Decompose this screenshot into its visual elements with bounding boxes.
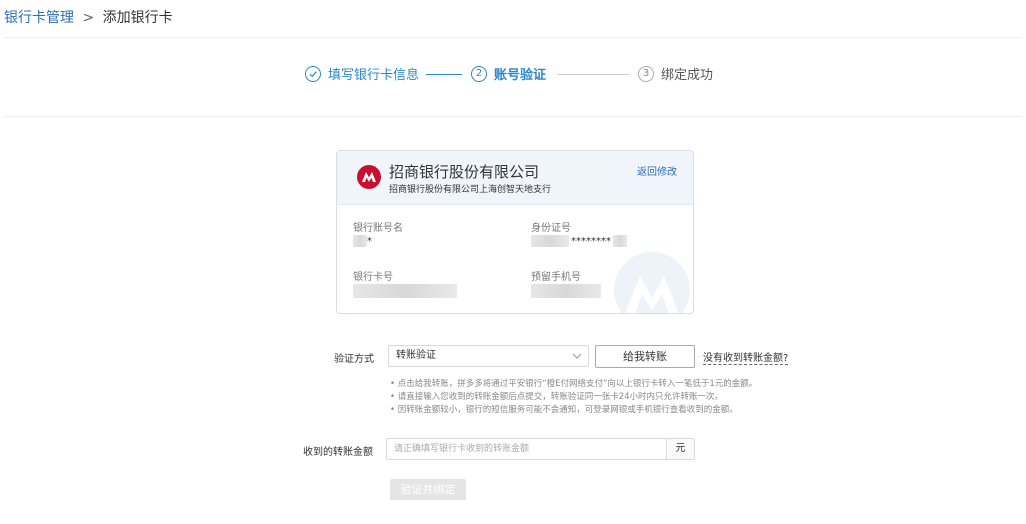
cmb-watermark-icon — [614, 252, 690, 313]
card-number-label: 银行卡号 — [353, 272, 393, 283]
chevron-down-icon — [572, 353, 582, 359]
breadcrumb-bank-card-management[interactable]: 银行卡管理 — [4, 10, 74, 26]
account-name-value: * — [353, 235, 372, 247]
id-number-mask: ******** — [571, 235, 611, 247]
progress-steps: 填写银行卡信息 2 账号验证 3 绑定成功 — [0, 64, 1026, 84]
account-name-label: 银行账号名 — [353, 223, 403, 234]
back-to-edit-link[interactable]: 返回修改 — [637, 163, 677, 178]
steps-divider — [4, 116, 1022, 117]
masked-blur — [613, 235, 627, 247]
account-name-mask: * — [367, 235, 372, 247]
verification-tips: • 点击给我转账，拼多多将通过平安银行“橙E付网络支付”向以上银行卡转入一笔低于… — [390, 378, 757, 417]
step-label: 填写银行卡信息 — [328, 68, 420, 83]
step-label: 绑定成功 — [661, 68, 714, 83]
bank-card-header: 招商银行股份有限公司 招商银行股份有限公司上海创智天地支行 返回修改 — [337, 151, 693, 205]
reserved-phone-label: 预留手机号 — [531, 272, 581, 283]
card-number-value — [353, 284, 457, 298]
reserved-phone-value — [531, 284, 601, 298]
bank-card-body: 银行账号名 * 身份证号 ******** 银行卡号 预留手机号 — [337, 205, 693, 313]
cmb-bank-logo-icon — [357, 165, 381, 189]
verify-and-bind-button[interactable]: 验证并绑定 — [390, 479, 466, 500]
breadcrumb-separator: > — [82, 10, 95, 26]
no-transfer-received-link[interactable]: 没有收到转账金额? — [703, 349, 789, 365]
branch-name: 招商银行股份有限公司上海创智天地支行 — [389, 185, 552, 195]
tip-item: • 因转账金额较小，银行的短信服务可能不会通知，可登录网银或手机银行查看收到的金… — [390, 405, 738, 415]
step-bind-success: 3 绑定成功 — [638, 64, 713, 83]
step-fill-card-info: 填写银行卡信息 — [305, 64, 419, 83]
amount-input[interactable] — [386, 438, 667, 460]
step-number: 2 — [471, 65, 487, 82]
step-account-verify: 2 账号验证 — [471, 64, 546, 83]
bank-card-info: 招商银行股份有限公司 招商银行股份有限公司上海创智天地支行 返回修改 银行账号名… — [336, 150, 694, 314]
tip-item: • 点击给我转账，拼多多将通过平安银行“橙E付网络支付”向以上银行卡转入一笔低于… — [390, 379, 758, 389]
transfer-to-me-button[interactable]: 给我转账 — [595, 345, 695, 368]
breadcrumb: 银行卡管理 > 添加银行卡 — [4, 7, 173, 27]
check-icon — [305, 65, 321, 82]
masked-blur — [353, 235, 367, 247]
amount-unit: 元 — [666, 438, 695, 460]
id-number-value: ******** — [531, 235, 627, 247]
step-label: 账号验证 — [494, 68, 547, 83]
step-connector — [557, 74, 629, 75]
verify-method-label: 验证方式 — [334, 354, 374, 365]
masked-blur — [531, 235, 569, 247]
verify-method-select[interactable]: 转账验证 — [388, 345, 589, 367]
tip-item: • 请直接输入您收到的转账金额后点提交，转账验证同一张卡24小时内只允许转账一次… — [390, 392, 724, 402]
breadcrumb-current: 添加银行卡 — [102, 10, 173, 26]
masked-blur — [353, 284, 457, 298]
id-number-label: 身份证号 — [531, 223, 571, 234]
step-connector — [426, 74, 462, 75]
step-number: 3 — [638, 65, 654, 82]
bank-name: 招商银行股份有限公司 — [389, 163, 540, 181]
amount-label: 收到的转账金额 — [303, 447, 373, 458]
header-divider — [4, 37, 1022, 38]
masked-blur — [531, 284, 601, 298]
verify-method-selected: 转账验证 — [396, 350, 436, 361]
